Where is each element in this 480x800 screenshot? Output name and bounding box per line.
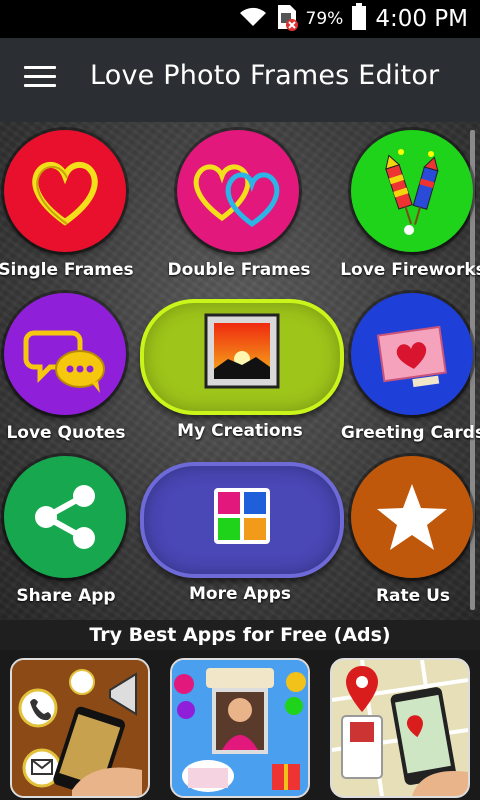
my-creations-pill — [140, 299, 344, 415]
battery-percent: 79% — [305, 9, 344, 29]
share-icon — [35, 485, 95, 549]
app-bar: Love Photo Frames Editor — [0, 38, 480, 122]
share-app-circle — [4, 456, 126, 578]
more-apps-label: More Apps — [188, 584, 292, 604]
hamburger-menu-icon[interactable] — [24, 66, 56, 94]
my-creations-label: My Creations — [177, 421, 303, 441]
speech-bubbles-icon — [23, 330, 105, 393]
clock: 4:00 PM — [375, 6, 468, 32]
greeting-cards-circle — [351, 293, 473, 415]
single-heart-icon — [32, 162, 98, 226]
status-bar: 79% 4:00 PM — [0, 0, 480, 38]
status-icons: 79% 4:00 PM — [238, 3, 468, 35]
wifi-icon — [238, 5, 268, 33]
ads-heading: Try Best Apps for Free (Ads) — [0, 620, 480, 650]
app-title: Love Photo Frames Editor — [90, 60, 440, 91]
greeting-cards-button[interactable]: Greeting Cards — [333, 289, 480, 449]
rate-us-label: Rate Us — [375, 586, 451, 606]
greeting-cards-label: Greeting Cards — [340, 423, 480, 443]
share-app-button[interactable]: Share App — [0, 452, 146, 612]
greeting-card-icon — [376, 325, 447, 388]
love-fireworks-circle — [351, 130, 473, 252]
more-apps-pill — [140, 462, 344, 578]
love-quotes-label: Love Quotes — [6, 423, 126, 443]
double-frames-label: Double Frames — [167, 260, 311, 280]
my-creations-button[interactable]: My Creations — [136, 289, 344, 449]
love-fireworks-button[interactable]: Love Fireworks — [333, 126, 480, 286]
star-icon — [377, 484, 447, 550]
more-apps-button[interactable]: More Apps — [136, 452, 344, 612]
battery-icon — [351, 3, 367, 35]
app-grid-icon — [214, 488, 270, 544]
single-frames-button[interactable]: Single Frames — [0, 126, 146, 286]
rate-us-circle — [351, 456, 473, 578]
gallery-photo-icon — [204, 313, 280, 389]
double-frames-circle — [177, 130, 299, 252]
single-frames-circle — [4, 130, 126, 252]
love-fireworks-label: Love Fireworks — [340, 260, 480, 280]
double-heart-icon — [193, 164, 280, 228]
love-quotes-circle — [4, 293, 126, 415]
rate-us-button[interactable]: Rate Us — [333, 452, 480, 612]
single-frames-label: Single Frames — [0, 260, 134, 280]
mobile-location-tracker-app-icon[interactable] — [330, 658, 470, 798]
birthday-photo-frame-app-icon[interactable] — [170, 658, 310, 798]
main-menu-grid: Single Frames Double Frames Love Firewor… — [0, 122, 480, 620]
fireworks-icon — [385, 149, 439, 235]
love-quotes-button[interactable]: Love Quotes — [0, 289, 146, 449]
caller-id-app-icon[interactable] — [10, 658, 150, 798]
sim-error-icon — [276, 3, 298, 35]
ads-row — [0, 650, 480, 800]
double-frames-button[interactable]: Double Frames — [159, 126, 319, 286]
share-app-label: Share App — [16, 586, 116, 606]
